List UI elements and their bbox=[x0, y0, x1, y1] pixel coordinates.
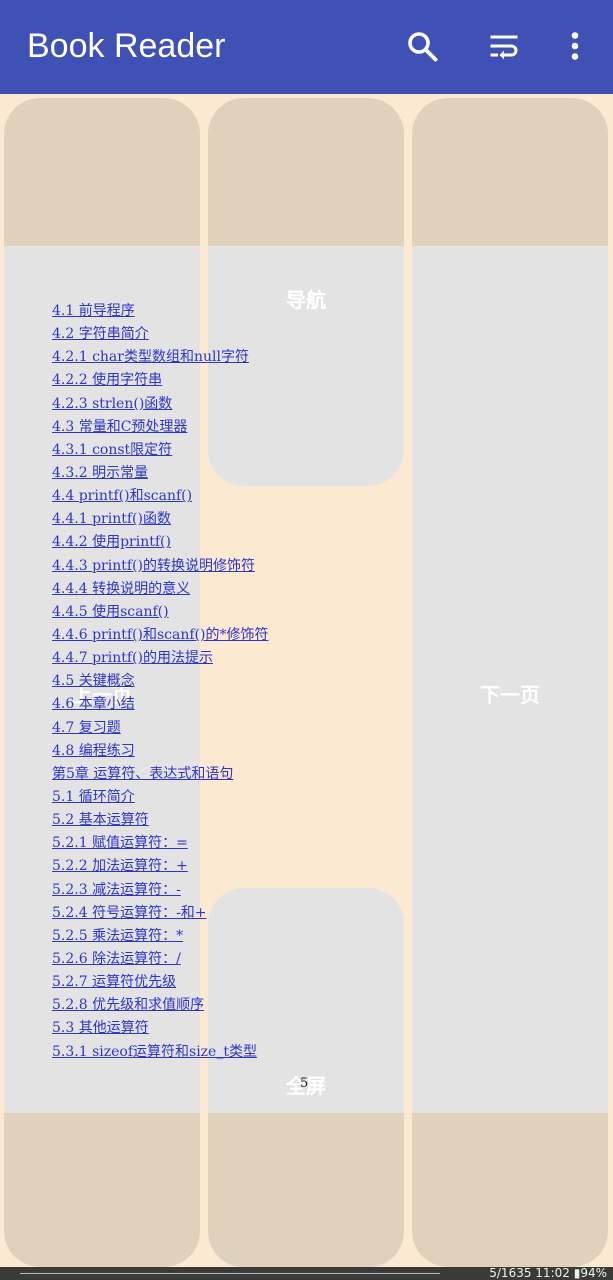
toc-link[interactable]: 5.1 循环简介 bbox=[52, 786, 412, 809]
toc-link[interactable]: 4.4.3 printf()的转换说明修饰符 bbox=[52, 555, 412, 578]
app-bar: Book Reader bbox=[0, 0, 613, 94]
status-bar: 5/1635 11:02 ▮94% bbox=[0, 1266, 613, 1280]
toc-link[interactable]: 4.1 前导程序 bbox=[52, 300, 412, 323]
toc-link[interactable]: 5.2.1 赋值运算符：= bbox=[52, 832, 412, 855]
toc-link[interactable]: 4.4.5 使用scanf() bbox=[52, 601, 412, 624]
toc-link[interactable]: 5.3 其他运算符 bbox=[52, 1017, 412, 1040]
toc-link[interactable]: 4.4 printf()和scanf() bbox=[52, 485, 412, 508]
toc-link[interactable]: 4.3.2 明示常量 bbox=[52, 462, 412, 485]
status-info: 5/1635 11:02 ▮94% bbox=[489, 1266, 607, 1280]
toc-link[interactable]: 5.2.5 乘法运算符：* bbox=[52, 925, 412, 948]
toc-link[interactable]: 4.4.1 printf()函数 bbox=[52, 508, 412, 531]
toc-link[interactable]: 5.2.7 运算符优先级 bbox=[52, 971, 412, 994]
wrap-icon[interactable] bbox=[486, 28, 522, 64]
toc-link[interactable]: 5.2.3 减法运算符：- bbox=[52, 879, 412, 902]
clock: 11:02 bbox=[535, 1266, 570, 1280]
toc-link[interactable]: 4.4.6 printf()和scanf()的*修饰符 bbox=[52, 624, 412, 647]
toc-link[interactable]: 4.5 关键概念 bbox=[52, 670, 412, 693]
tap-zone-bottom-center-lower bbox=[208, 1113, 404, 1267]
search-icon[interactable] bbox=[404, 28, 440, 64]
tap-zone-bottom-right[interactable] bbox=[412, 1113, 608, 1267]
battery-level: 94% bbox=[580, 1266, 607, 1280]
toc-link[interactable]: 5.2 基本运算符 bbox=[52, 809, 412, 832]
toc-link[interactable]: 4.2.3 strlen()函数 bbox=[52, 393, 412, 416]
toc-link[interactable]: 4.4.7 printf()的用法提示 bbox=[52, 647, 412, 670]
toc-link[interactable]: 4.4.4 转换说明的意义 bbox=[52, 578, 412, 601]
tap-zone-top-center-upper bbox=[208, 98, 404, 246]
toc-link[interactable]: 5.3.1 sizeof运算符和size_t类型 bbox=[52, 1041, 412, 1064]
toc-link[interactable]: 4.4.2 使用printf() bbox=[52, 531, 412, 554]
toc-link[interactable]: 第5章 运算符、表达式和语句 bbox=[52, 763, 412, 786]
toc-link[interactable]: 4.3 常量和C预处理器 bbox=[52, 416, 412, 439]
toc-link[interactable]: 4.7 复习题 bbox=[52, 717, 412, 740]
toc-link[interactable]: 4.2.2 使用字符串 bbox=[52, 369, 412, 392]
toc-link[interactable]: 5.2.6 除法运算符：/ bbox=[52, 948, 412, 971]
toc-link[interactable]: 4.8 编程练习 bbox=[52, 740, 412, 763]
reading-progress-bar bbox=[20, 1273, 440, 1274]
page-number: 5 bbox=[300, 1076, 309, 1091]
toc-link[interactable]: 4.3.1 const限定符 bbox=[52, 439, 412, 462]
toc-link[interactable]: 4.2 字符串简介 bbox=[52, 323, 412, 346]
toc-link[interactable]: 5.2.8 优先级和求值顺序 bbox=[52, 994, 412, 1017]
table-of-contents: 4.1 前导程序 4.2 字符串简介 4.2.1 char类型数组和null字符 4.… bbox=[52, 300, 412, 1064]
page-progress: 5/1635 bbox=[489, 1266, 532, 1280]
toc-link[interactable]: 4.2.1 char类型数组和null字符 bbox=[52, 346, 412, 369]
toc-link[interactable]: 5.2.4 符号运算符：-和+ bbox=[52, 902, 412, 925]
zone-label-next: 下一页 bbox=[480, 683, 540, 707]
toc-link[interactable]: 4.6 本章小结 bbox=[52, 693, 412, 716]
app-title: Book Reader bbox=[27, 27, 226, 65]
more-vert-icon[interactable] bbox=[557, 28, 593, 64]
toc-link[interactable]: 5.2.2 加法运算符：+ bbox=[52, 855, 412, 878]
tap-zone-middle-right[interactable]: 下一页 bbox=[412, 246, 608, 1113]
tap-zone-bottom-left[interactable] bbox=[4, 1113, 200, 1267]
